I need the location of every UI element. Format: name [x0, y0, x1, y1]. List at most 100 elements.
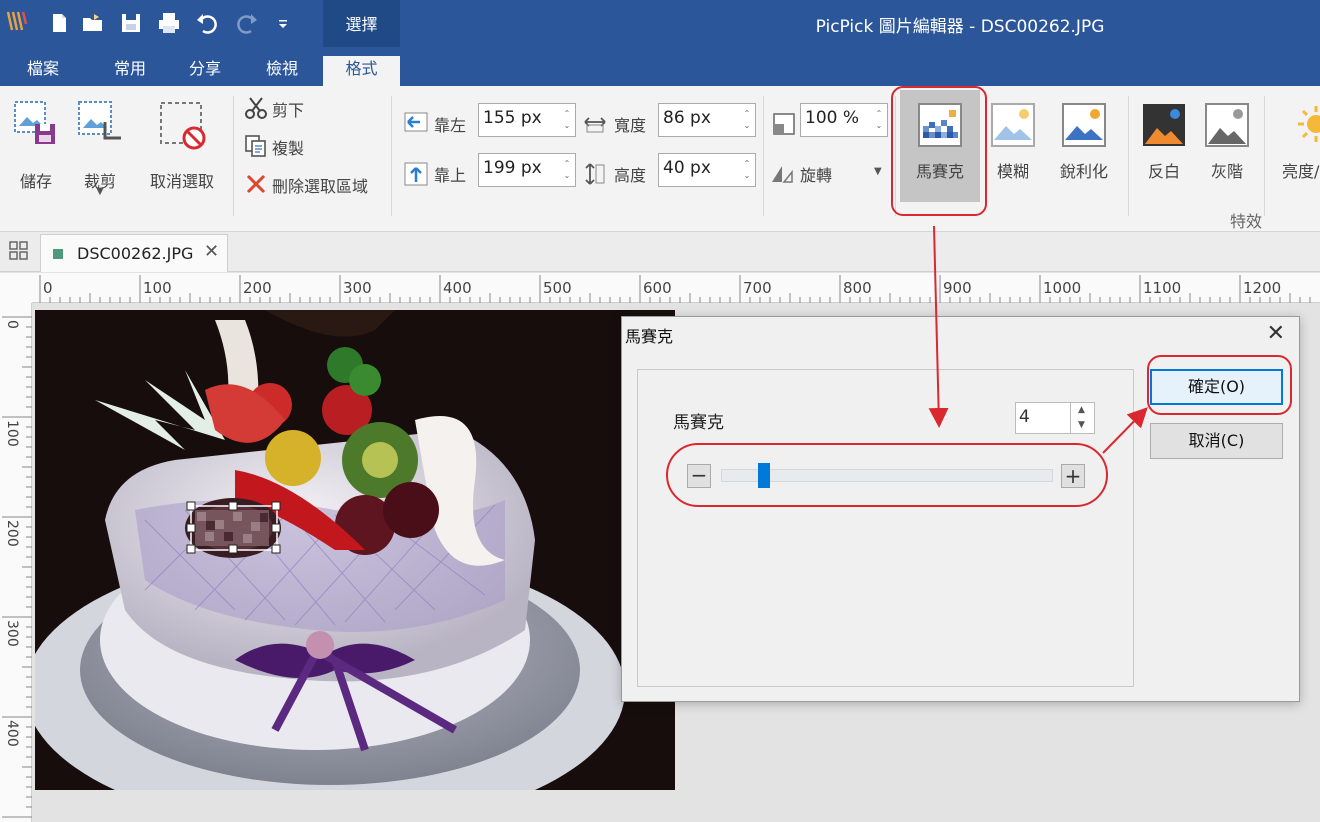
tab-file[interactable]: 檔案	[8, 56, 78, 86]
align-left-icon	[404, 112, 428, 132]
annotation-highlight-slider	[666, 443, 1108, 507]
annotation-highlight-mosaic	[891, 86, 987, 216]
grid-view-icon[interactable]	[8, 240, 30, 262]
document-tab-bar: DSC00262.JPG ✕	[0, 232, 1320, 272]
sharpen-icon	[1062, 103, 1106, 147]
horizontal-ruler-ticks	[39, 275, 1311, 303]
title-bar: 選擇 PicPick 圖片編輯器 - DSC00262.JPG 檔案 常用 分享…	[0, 0, 1320, 86]
redo-icon[interactable]	[233, 10, 259, 36]
cancel-button[interactable]: 取消(C)	[1150, 423, 1283, 459]
effects-group-label: 特效	[1230, 212, 1263, 231]
document-tab-name: DSC00262.JPG	[77, 244, 194, 263]
vertical-ruler: 0 100 200 300 400	[0, 303, 32, 822]
ruler-label: 900	[943, 279, 972, 297]
sharpen-button[interactable]: 銳利化	[1054, 90, 1114, 202]
cake-photo	[35, 310, 675, 790]
tab-format[interactable]: 格式	[323, 56, 400, 86]
height-input[interactable]: 40 px ⌃ ⌄	[658, 153, 756, 187]
save-selection-button[interactable]: 儲存	[8, 96, 64, 191]
height-spin-up[interactable]: ⌃	[742, 158, 752, 170]
cut-button[interactable]: 剪下	[244, 96, 364, 122]
ribbon-separator	[233, 96, 234, 216]
image-canvas[interactable]	[35, 310, 675, 790]
zoom-icon	[773, 113, 795, 135]
ruler-label: 0	[4, 320, 20, 329]
crop-icon	[78, 101, 121, 140]
rotate-button[interactable]: 旋轉 ▼	[770, 160, 890, 186]
image-file-icon	[53, 249, 63, 259]
left-input[interactable]: 155 px ⌃ ⌄	[478, 103, 576, 137]
ruler-label: 600	[643, 279, 672, 297]
contextual-tab-select[interactable]: 選擇	[323, 0, 400, 47]
save-icon[interactable]	[118, 10, 144, 36]
invert-icon	[1143, 104, 1185, 146]
deselect-button[interactable]: 取消選取	[142, 96, 222, 191]
width-label: 寬度	[614, 116, 647, 135]
customize-dropdown-icon[interactable]	[276, 10, 290, 36]
spin-up-icon[interactable]: ▲	[1078, 405, 1085, 415]
top-input[interactable]: 199 px ⌃ ⌄	[478, 153, 576, 187]
left-label: 靠左	[434, 116, 467, 135]
sun-icon	[1298, 106, 1320, 142]
ruler-label: 1000	[1043, 279, 1082, 297]
copy-button[interactable]: 複製	[244, 134, 364, 160]
ruler-corner	[0, 273, 32, 303]
annotation-highlight-ok	[1147, 355, 1292, 415]
ruler-label: 400	[443, 279, 472, 297]
width-spin-down[interactable]: ⌄	[742, 120, 752, 132]
deselect-icon	[160, 102, 206, 150]
left-spin-down[interactable]: ⌄	[562, 120, 572, 132]
document-tab[interactable]: DSC00262.JPG ✕	[40, 234, 228, 272]
blur-button[interactable]: 模糊	[986, 90, 1040, 202]
ruler-label: 200	[4, 520, 20, 547]
window-title: PicPick 圖片編輯器 - DSC00262.JPG	[815, 17, 1105, 37]
delete-selection-button[interactable]: 刪除選取區域	[244, 172, 394, 198]
ruler-label: 100	[143, 279, 172, 297]
zoom-spin-down[interactable]: ⌄	[874, 120, 884, 132]
mosaic-value-input[interactable]: 4	[1015, 402, 1071, 434]
ruler-label: 1100	[1143, 279, 1182, 297]
blur-icon	[991, 103, 1035, 147]
horizontal-ruler: 0 100 200 300 400 500 600 700 800 900 1000 1100 1200	[32, 273, 1320, 303]
ribbon: 儲存 裁剪 ▼ 取消選取 剪下 複製 刪除選取區域 靠左 155 px ⌃ ⌄ …	[0, 86, 1320, 232]
ribbon-separator	[1128, 96, 1129, 216]
close-tab-icon[interactable]: ✕	[204, 241, 219, 262]
crop-button[interactable]: 裁剪 ▼	[72, 96, 128, 206]
new-file-icon[interactable]	[46, 10, 72, 36]
tab-view[interactable]: 檢視	[247, 56, 317, 86]
ribbon-separator	[763, 96, 764, 216]
rotate-dropdown-icon[interactable]: ▼	[874, 166, 882, 177]
tab-home[interactable]: 常用	[95, 56, 165, 86]
width-input[interactable]: 86 px ⌃ ⌄	[658, 103, 756, 137]
dialog-title: 馬賽克	[625, 327, 674, 346]
rotate-icon	[772, 166, 793, 183]
open-folder-icon[interactable]	[80, 10, 106, 36]
ruler-label: 200	[243, 279, 272, 297]
mosaic-label: 馬賽克	[673, 413, 724, 433]
zoom-spin-up[interactable]: ⌃	[874, 108, 884, 120]
top-spin-up[interactable]: ⌃	[562, 158, 572, 170]
ruler-label: 400	[4, 720, 20, 747]
left-spin-up[interactable]: ⌃	[562, 108, 572, 120]
spin-down-icon[interactable]: ▼	[1078, 420, 1085, 430]
width-spin-up[interactable]: ⌃	[742, 108, 752, 120]
zoom-input[interactable]: 100 % ⌃ ⌄	[800, 103, 888, 137]
crop-dropdown-icon[interactable]: ▼	[72, 186, 128, 197]
dialog-close-icon[interactable]: ✕	[1267, 321, 1285, 346]
grayscale-icon	[1205, 103, 1249, 147]
height-icon	[585, 163, 605, 185]
invert-button[interactable]: 反白	[1137, 90, 1191, 202]
top-label: 靠上	[434, 166, 467, 185]
grayscale-button[interactable]: 灰階	[1200, 90, 1254, 202]
print-icon[interactable]	[156, 10, 182, 36]
height-spin-down[interactable]: ⌄	[742, 170, 752, 182]
ruler-label: 300	[4, 620, 20, 647]
top-spin-down[interactable]: ⌄	[562, 170, 572, 182]
brightness-button[interactable]: 亮度/	[1276, 90, 1320, 202]
undo-icon[interactable]	[195, 10, 221, 36]
mosaic-value-spinner[interactable]: ▲ ▼	[1071, 402, 1095, 434]
align-top-icon	[404, 162, 428, 186]
tab-share[interactable]: 分享	[170, 56, 240, 86]
ruler-label: 800	[843, 279, 872, 297]
scissors-icon	[245, 97, 267, 119]
